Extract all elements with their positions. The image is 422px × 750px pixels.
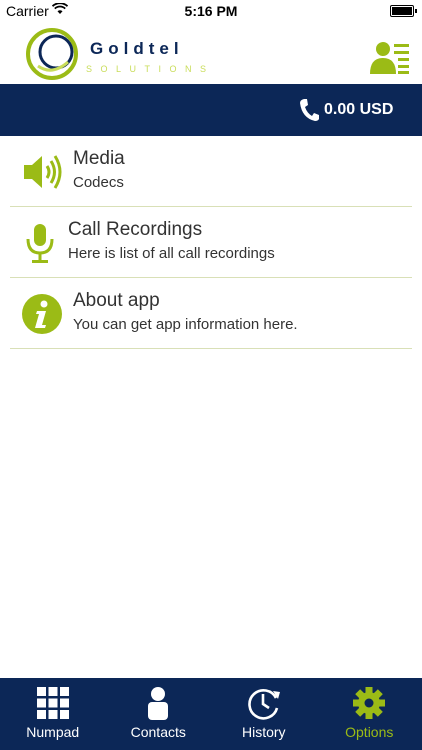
list-item-about-app[interactable]: About app You can get app information he… (10, 278, 412, 349)
media-subtitle: Codecs (73, 174, 124, 191)
clock: 5:16 PM (184, 3, 238, 19)
tab-contacts[interactable]: Contacts (106, 678, 212, 750)
profile-list-icon[interactable] (370, 40, 410, 76)
status-bar: Carrier 5:16 PM (0, 0, 422, 22)
phone-icon (300, 99, 319, 121)
tab-bar: Numpad Contacts History Options (0, 678, 422, 750)
about-app-title: About app (73, 290, 160, 311)
tab-numpad[interactable]: Numpad (0, 678, 106, 750)
options-list: Media Codecs Call Recordings Here is lis… (0, 136, 422, 349)
tab-numpad-label: Numpad (26, 724, 80, 740)
about-app-subtitle: You can get app information here. (73, 316, 298, 333)
microphone-icon (26, 224, 54, 263)
call-recordings-subtitle: Here is list of all call recordings (68, 245, 275, 262)
battery-icon (390, 5, 417, 17)
balance-bar: 0.00 USD (0, 84, 422, 136)
app-header: Goldtel SOLUTIONS (0, 22, 422, 84)
person-icon (148, 687, 169, 720)
numpad-grid-icon (36, 687, 69, 719)
media-title: Media (73, 148, 125, 169)
tab-history[interactable]: History (211, 678, 317, 750)
tab-contacts-label: Contacts (130, 724, 186, 740)
gear-icon (353, 687, 386, 719)
call-recordings-title: Call Recordings (68, 219, 203, 240)
tab-options[interactable]: Options (317, 678, 422, 750)
tab-options-label: Options (345, 724, 394, 740)
clock-history-icon (247, 689, 280, 720)
tab-history-label: History (241, 724, 286, 740)
logo-sub: SOLUTIONS (86, 64, 215, 74)
list-item-call-recordings[interactable]: Call Recordings Here is list of all call… (10, 207, 412, 278)
speaker-icon (24, 155, 62, 189)
info-icon (22, 294, 62, 334)
goldtel-logo: Goldtel SOLUTIONS (26, 28, 215, 80)
logo-word: Goldtel (90, 39, 184, 58)
balance-amount: 0.00 USD (324, 101, 394, 118)
list-item-media[interactable]: Media Codecs (10, 136, 412, 207)
